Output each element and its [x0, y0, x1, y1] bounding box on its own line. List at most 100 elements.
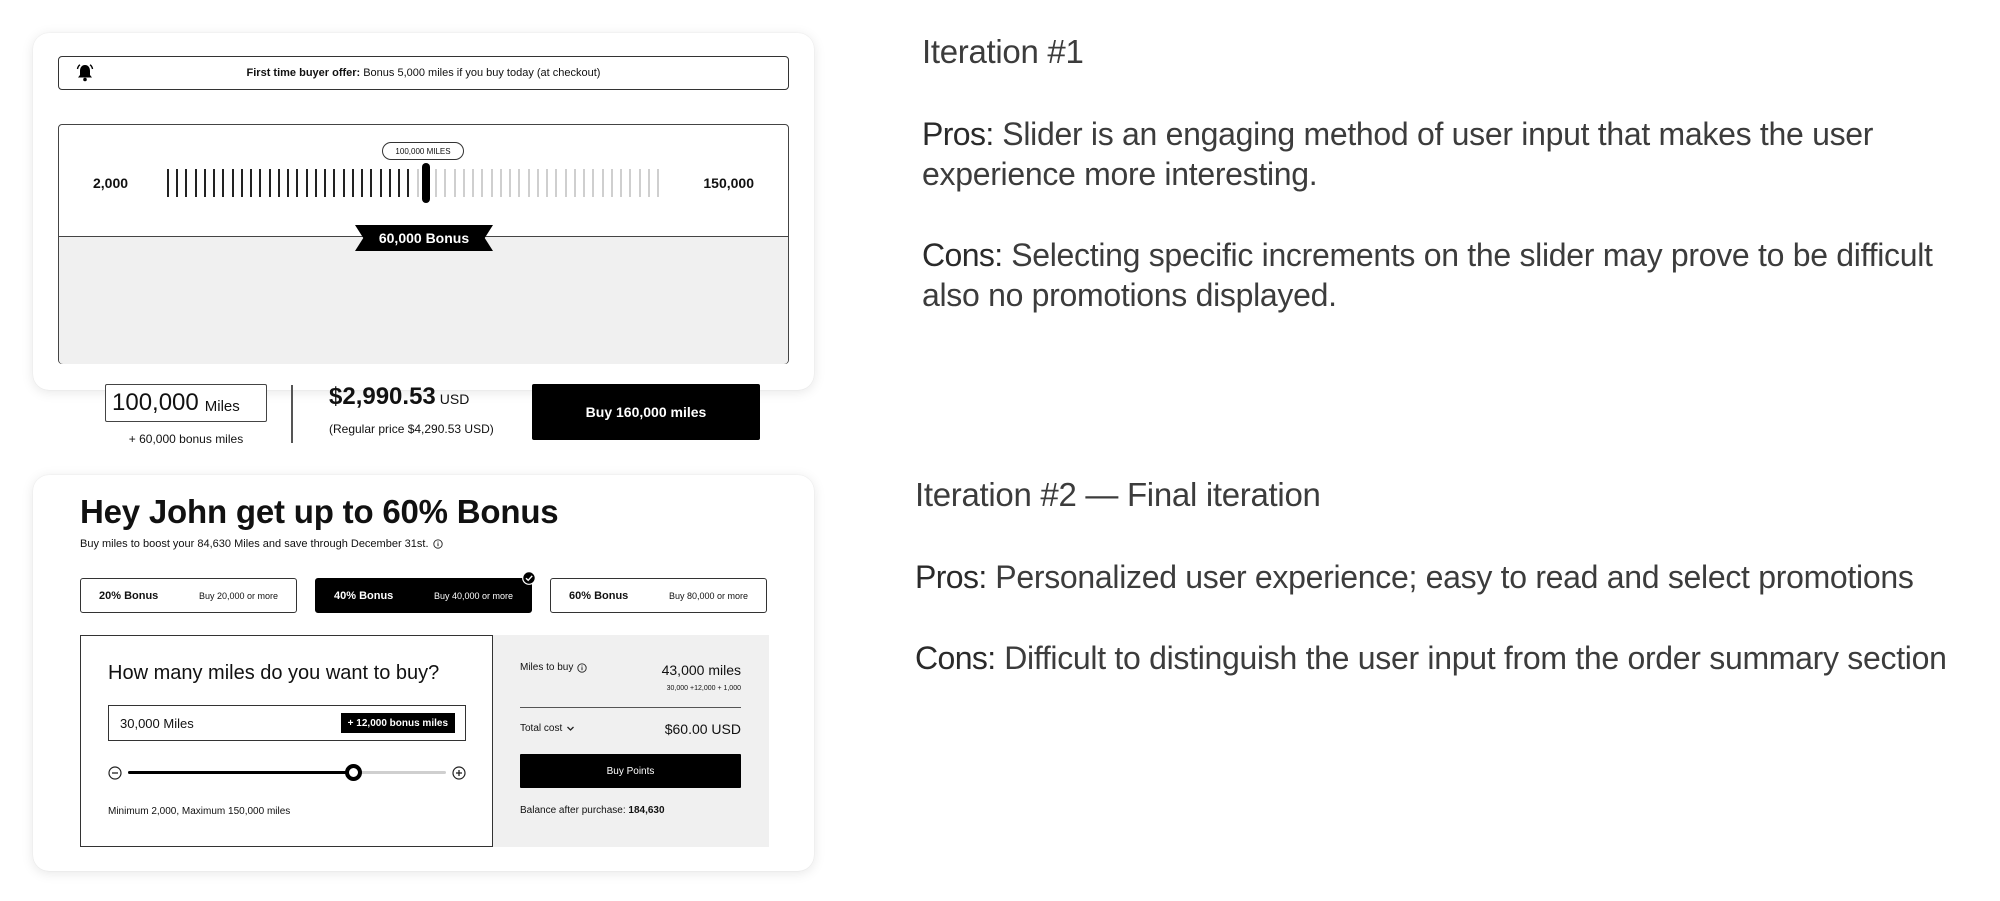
balance-after-purchase: Balance after purchase: 184,630 [520, 805, 665, 816]
miles-slider-panel: 2,000 150,000 100,000 MILES 60,000 Bonus… [58, 124, 789, 446]
slider-tick [555, 169, 557, 197]
purchase-summary: 100,000 Miles + 60,000 bonus miles $2,99… [59, 236, 788, 446]
slider-tick [343, 169, 345, 197]
bonus-ribbon: 60,000 Bonus [355, 225, 493, 251]
offer-text: Bonus 5,000 miles if you buy today (at c… [363, 67, 601, 79]
tier-20-bonus[interactable]: 20% Bonus Buy 20,000 or more [80, 578, 297, 613]
cons-text: Difficult to distinguish the user input … [1004, 640, 1947, 676]
slider-tick [167, 169, 169, 197]
slider-tick [296, 169, 298, 197]
slider-ticks[interactable] [167, 169, 659, 197]
slider-tick [241, 169, 243, 197]
iteration-1-cons: Cons: Selecting specific increments on t… [922, 235, 1962, 315]
slider-tick [491, 169, 493, 197]
miles-to-buy-label: Miles to buy [520, 662, 588, 673]
tier-name: 40% Bonus [334, 589, 394, 602]
regular-price: (Regular price $4,290.53 USD) [329, 422, 494, 436]
slider-tick [537, 169, 539, 197]
slider-tick [250, 169, 252, 197]
slider-tick [222, 169, 224, 197]
slider-knob[interactable] [345, 764, 363, 781]
slider-tick [195, 169, 197, 197]
slider-tick [361, 169, 363, 197]
miles-to-buy-value: 43,000 miles [661, 662, 741, 678]
checkmark-icon [522, 571, 536, 585]
cons-label: Cons: [915, 640, 996, 676]
pros-label: Pros: [922, 116, 994, 152]
info-icon[interactable] [577, 662, 588, 673]
miles-field-value: 30,000 Miles [120, 715, 194, 731]
iteration-2-mockup: Hey John get up to 60% Bonus Buy miles t… [33, 475, 814, 871]
cons-text: Selecting specific increments on the sli… [922, 237, 1933, 313]
offer-bold: First time buyer offer: [246, 67, 361, 79]
slider-tick [389, 169, 391, 197]
iteration-2-pros: Pros: Personalized user experience; easy… [915, 557, 1985, 597]
tier-name: 60% Bonus [569, 589, 629, 602]
slider-tick [398, 169, 400, 197]
tier-desc: Buy 20,000 or more [198, 590, 278, 601]
price: $2,990.53 USD [329, 383, 469, 411]
plus-icon[interactable] [452, 766, 466, 780]
price-value: $2,990.53 [329, 383, 436, 410]
subtitle: Buy miles to boost your 84,630 Miles and… [80, 538, 443, 550]
miles-field[interactable]: 30,000 Miles + 12,000 bonus miles [108, 705, 466, 741]
tier-desc: Buy 80,000 or more [668, 590, 748, 601]
buy-miles-button[interactable]: Buy 160,000 miles [532, 384, 760, 440]
slider-tick [500, 169, 502, 197]
balance-label: Balance after purchase: [520, 805, 626, 816]
question-heading: How many miles do you want to buy? [108, 662, 440, 684]
cons-label: Cons: [922, 237, 1003, 273]
slider-tick [592, 169, 594, 197]
slider-tick [546, 169, 548, 197]
offer-banner: First time buyer offer: Bonus 5,000 mile… [58, 56, 789, 90]
miles-input[interactable]: 100,000 Miles [105, 384, 267, 422]
slider-tick [611, 169, 613, 197]
limits-note: Minimum 2,000, Maximum 150,000 miles [108, 806, 291, 817]
bonus-pill: + 12,000 bonus miles [340, 713, 455, 733]
slider-tick [352, 169, 354, 197]
slider-tick [176, 169, 178, 197]
slider-tick [518, 169, 520, 197]
buy-points-button[interactable]: Buy Points [520, 754, 741, 788]
slider-tick [324, 169, 326, 197]
slider-tick [259, 169, 261, 197]
pros-text: Slider is an engaging method of user inp… [922, 116, 1874, 192]
slider-tick [306, 169, 308, 197]
slider-thumb[interactable] [422, 163, 430, 203]
info-icon[interactable] [432, 539, 443, 549]
minus-icon[interactable] [108, 766, 122, 780]
slider-tick [657, 169, 659, 197]
miles-to-buy-text: Miles to buy [520, 662, 574, 673]
slider-tick [583, 169, 585, 197]
slider-tick [481, 169, 483, 197]
iteration-1-pros: Pros: Slider is an engaging method of us… [922, 114, 1962, 194]
order-summary: Miles to buy 43,000 miles 30,000 +12,000… [493, 635, 769, 847]
subtitle-text: Buy miles to boost your 84,630 Miles and… [80, 538, 429, 550]
divider [520, 707, 741, 708]
slider-tick [629, 169, 631, 197]
slider-tick [333, 169, 335, 197]
tier-40-bonus[interactable]: 40% Bonus Buy 40,000 or more [315, 578, 532, 613]
slider-tick [454, 169, 456, 197]
tier-desc: Buy 40,000 or more [433, 590, 513, 601]
slider-tick [204, 169, 206, 197]
tier-60-bonus[interactable]: 60% Bonus Buy 80,000 or more [550, 578, 767, 613]
price-currency: USD [439, 391, 470, 407]
slider-tick [315, 169, 317, 197]
miles-slider[interactable] [108, 763, 466, 783]
chevron-down-icon [567, 726, 575, 731]
slider-tick [565, 169, 567, 197]
total-cost-label[interactable]: Total cost [520, 723, 575, 734]
slider-tick [472, 169, 474, 197]
slider-tick [528, 169, 530, 197]
slider-tick [435, 169, 437, 197]
slider-tick [444, 169, 446, 197]
slider-tick [232, 169, 234, 197]
iteration-2-cons: Cons: Difficult to distinguish the user … [915, 638, 1990, 678]
pros-label: Pros: [915, 559, 987, 595]
miles-input-unit: Miles [204, 397, 240, 415]
slider-tick [639, 169, 641, 197]
slider-tick [185, 169, 187, 197]
bonus-miles-note: + 60,000 bonus miles [128, 432, 244, 446]
miles-input-panel: How many miles do you want to buy? 30,00… [80, 635, 493, 847]
